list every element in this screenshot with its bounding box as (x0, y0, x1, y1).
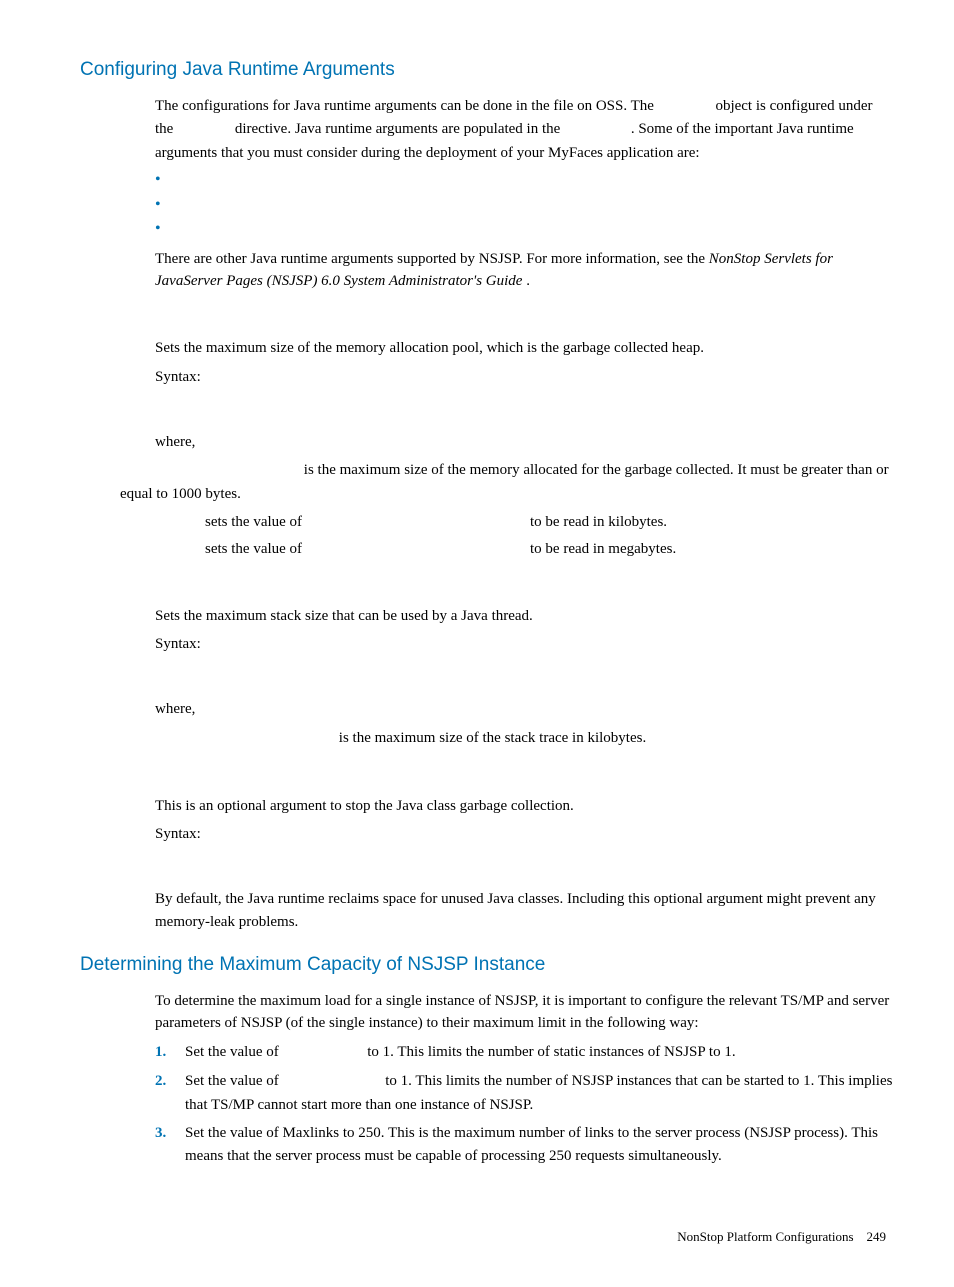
list-item: -Xnoclassgc (155, 219, 894, 242)
syntax-code: -Xmx<size in mega bytes>[k|m] (60, 394, 894, 417)
text: to 1. This limits the number of static i… (367, 1044, 735, 1060)
xmx-description: Sets the maximum size of the memory allo… (60, 337, 894, 360)
syntax-label: Syntax: (60, 633, 894, 656)
section-heading-configuring: Configuring Java Runtime Arguments (60, 56, 894, 85)
step-2: 2. Set the value of Maxservers. to 1. Th… (155, 1070, 894, 1116)
syntax-label: Syntax: (60, 823, 894, 846)
text: to be read in megabytes. (530, 538, 894, 561)
code-key: k (175, 511, 205, 534)
code-placeholder: iTP_Se (177, 121, 231, 138)
text: is the maximum size of the memory alloca… (304, 462, 734, 478)
text: The configurations for Java runtime argu… (155, 98, 553, 114)
xss-where-desc: <size in kilo bytes> is the maximum size… (60, 727, 894, 751)
step-3: 3. Set the value of Maxlinks to 250. Thi… (155, 1122, 894, 1167)
list-item: -Xss (155, 195, 894, 218)
syntax-code: -Xss<size in kilo bytes>k (60, 662, 894, 685)
capacity-steps: 1. Set the value of Numstatic to 1. This… (60, 1041, 894, 1168)
text: Set the value of (185, 1044, 282, 1060)
text: is the maximum size of the stack trace i… (339, 730, 646, 746)
footer-text: NonStop Platform Configurations (677, 1229, 853, 1244)
text: . (526, 273, 530, 289)
text: file on OSS. The (553, 98, 657, 114)
page-number: 249 (867, 1229, 887, 1244)
xss-description: Sets the maximum stack size that can be … (60, 605, 894, 628)
text: Set the value of Maxlinks to 250. This i… (185, 1125, 878, 1164)
text: directive. Java runtime arguments are po… (235, 121, 564, 137)
code-placeholder: Arglist (564, 121, 627, 138)
text: sets the value of (205, 538, 375, 561)
xmx-m-row: m sets the value of <size in bytes> to b… (60, 538, 894, 561)
step-number: 1. (155, 1041, 166, 1064)
xnoclassgc-para: By default, the Java runtime reclaims sp… (60, 888, 894, 933)
code-placeholder: Numstatic (282, 1044, 363, 1061)
code-placeholder: Maxservers. (282, 1073, 381, 1090)
text: Set the value of (185, 1073, 282, 1089)
subheading-xnoclassgc: -Xnoclassgc (60, 766, 894, 789)
jre-args-list: -Xmx -Xss -Xnoclassgc (60, 170, 894, 242)
step-number: 3. (155, 1122, 166, 1145)
page-footer: NonStop Platform Configurations 249 (60, 1227, 894, 1247)
code-placeholder: <size in bytes> (375, 511, 530, 534)
step-1: 1. Set the value of Numstatic to 1. This… (155, 1041, 894, 1065)
text: sets the value of (205, 511, 375, 534)
code-placeholder: Server (658, 98, 712, 115)
where-label: where, (60, 431, 894, 454)
list-item: -Xmx (155, 170, 894, 193)
subheading-xmx: -Xmx (60, 309, 894, 332)
paragraph-intro: The configurations for Java runtime argu… (60, 95, 894, 165)
capacity-intro: To determine the maximum load for a sing… (60, 990, 894, 1035)
where-label: where, (60, 698, 894, 721)
text: to be read in kilobytes. (530, 511, 894, 534)
code-placeholder: <size in kilo bytes> (155, 730, 335, 747)
code-placeholder: <size in mega bytes> (120, 462, 300, 479)
step-number: 2. (155, 1070, 166, 1093)
xmx-k-row: k sets the value of <size in bytes> to b… (60, 511, 894, 534)
syntax-code: -Xnoclassgc (60, 852, 894, 875)
xnoclassgc-description: This is an optional argument to stop the… (60, 795, 894, 818)
code-key: m (175, 538, 205, 561)
xmx-where-desc: <size in mega bytes> is the maximum size… (60, 459, 894, 505)
section-heading-capacity: Determining the Maximum Capacity of NSJS… (60, 951, 894, 980)
subheading-xss: -Xss (60, 576, 894, 599)
code-placeholder: <size in bytes> (375, 538, 530, 561)
syntax-label: Syntax: (60, 366, 894, 389)
paragraph-more-info: There are other Java runtime arguments s… (60, 248, 894, 293)
text: There are other Java runtime arguments s… (155, 251, 709, 267)
